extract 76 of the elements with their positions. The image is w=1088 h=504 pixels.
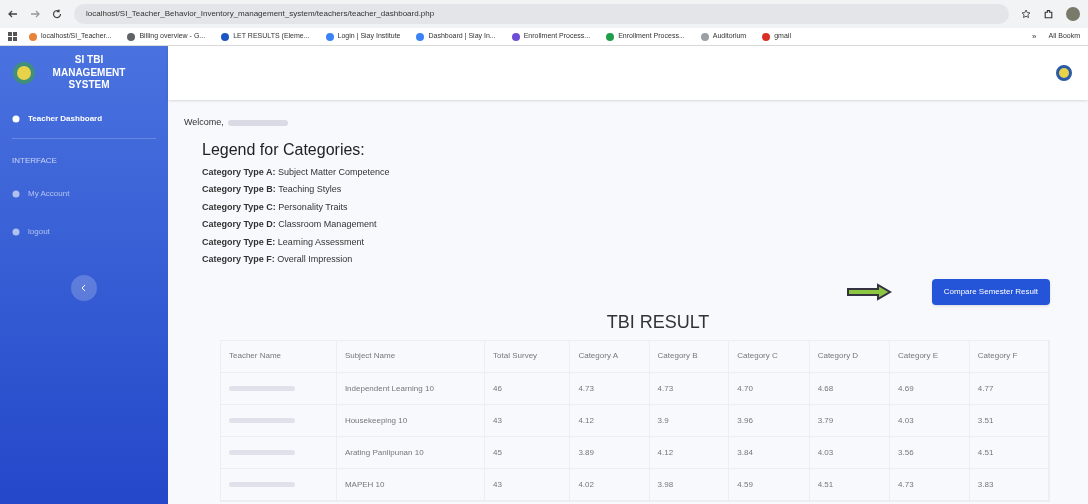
table-cell: 4.77 <box>969 372 1049 405</box>
table-cell: 4.51 <box>969 436 1049 469</box>
user-avatar[interactable] <box>1056 65 1072 81</box>
nav-icon <box>12 190 20 198</box>
table-cell: 3.51 <box>969 404 1049 437</box>
table-cell: 3.56 <box>889 436 970 469</box>
arrow-icon <box>845 282 892 301</box>
column-header: Teacher Name <box>221 340 337 373</box>
legend-item: Category Type F: Overall Impression <box>202 253 354 266</box>
table-cell: 4.12 <box>569 404 650 437</box>
table-cell: 3.83 <box>969 468 1049 501</box>
table-cell: 3.9 <box>649 404 729 437</box>
column-header: Category E <box>889 340 970 373</box>
table-cell: 3.96 <box>728 404 810 437</box>
star-icon[interactable] <box>1021 9 1031 19</box>
address-bar[interactable]: localhost/SI_Teacher_Behavior_Inventory_management_system/teachers/teacher_dashboard.php <box>74 4 1009 24</box>
table-cell: MAPEH 10 <box>336 468 485 501</box>
result-title: TBI RESULT <box>605 310 711 334</box>
column-header: Category F <box>969 340 1049 373</box>
table-cell: 3.79 <box>809 404 890 437</box>
column-header: Category C <box>728 340 810 373</box>
table-cell: 3.89 <box>569 436 650 469</box>
column-header: Category D <box>809 340 890 373</box>
reload-icon[interactable] <box>52 9 62 19</box>
table-cell: 43 <box>484 468 570 501</box>
column-header: Total Survey <box>484 340 570 373</box>
welcome-text: Welcome, <box>184 116 224 129</box>
back-icon[interactable] <box>8 9 18 19</box>
chevron-icon <box>81 284 87 292</box>
compare-semester-button[interactable]: Compare Semester Result <box>931 278 1050 305</box>
table-cell: 4.73 <box>649 372 729 405</box>
redacted-name <box>229 450 295 455</box>
redacted-name <box>229 386 295 391</box>
table-cell: 3.98 <box>649 468 729 501</box>
table-cell: 43 <box>484 404 570 437</box>
table-cell: 45 <box>484 436 570 469</box>
forward-icon[interactable] <box>30 9 40 19</box>
legend-item: Category Type A: Subject Matter Competence <box>202 165 391 179</box>
nav-icon <box>12 115 20 123</box>
table-cell: Housekeeping 10 <box>336 404 485 437</box>
table-cell: 4.70 <box>728 372 810 405</box>
table-cell: 4.68 <box>809 372 890 405</box>
legend-item: Category Type C: Personality Traits <box>202 200 349 214</box>
column-header: Category A <box>569 340 650 373</box>
redacted-name <box>229 418 295 423</box>
table-cell: 4.69 <box>889 372 970 405</box>
more-bookmarks[interactable]: » <box>1032 30 1037 43</box>
table-cell: 46 <box>484 372 570 405</box>
profile-avatar[interactable] <box>1066 7 1080 21</box>
column-header: Category B <box>649 340 729 373</box>
table-cell: Arating Panlipunan 10 <box>336 436 485 469</box>
table-cell: Independent Learning 10 <box>336 372 485 405</box>
legend-item: Category Type E: Learning Assessment <box>202 235 365 249</box>
table-cell: 4.03 <box>889 404 970 437</box>
legend-title: Legend for Categories: <box>202 139 366 160</box>
table-cell: 4.12 <box>649 436 729 469</box>
table-cell: 3.84 <box>728 436 810 469</box>
logo-icon <box>12 61 36 85</box>
table-cell: 4.73 <box>569 372 650 405</box>
redacted-name <box>227 119 288 126</box>
brand-title: SI TBI MANAGEMENT SYSTEM <box>51 54 127 92</box>
table-cell: 4.73 <box>889 468 970 501</box>
sidebar-item[interactable]: Teacher Dashboard <box>0 100 168 138</box>
table-cell: 4.02 <box>569 468 650 501</box>
url-text: localhost/SI_Teacher_Behavior_Inventory_management_system/teachers/teacher_dashboard.php <box>86 8 435 20</box>
sidebar-toggle[interactable] <box>71 275 97 301</box>
sidebar-heading: INTERFACE <box>12 138 156 175</box>
table-cell: 4.51 <box>809 468 890 501</box>
nav-icon <box>12 228 20 236</box>
table-cell: 4.59 <box>728 468 810 501</box>
apps-icon[interactable] <box>8 32 17 41</box>
table-cell: 4.03 <box>809 436 890 469</box>
legend-item: Category Type B: Teaching Styles <box>202 183 343 196</box>
column-header: Subject Name <box>336 340 485 373</box>
redacted-name <box>229 482 295 487</box>
legend-item: Category Type D: Classroom Management <box>202 218 378 231</box>
